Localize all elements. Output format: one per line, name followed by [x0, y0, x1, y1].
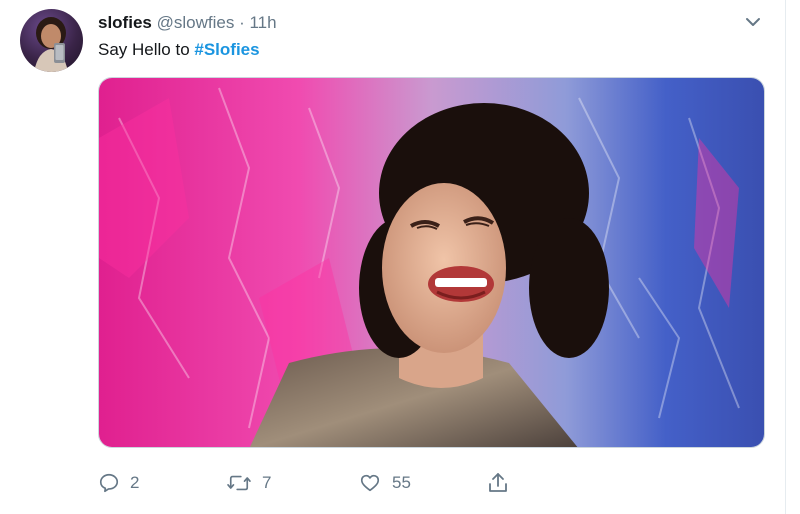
tweet-text-prefix: Say Hello to [98, 40, 195, 59]
retweet-button[interactable]: 7 [226, 466, 271, 500]
heart-icon [360, 474, 380, 492]
reply-count: 2 [130, 473, 140, 492]
hashtag-link[interactable]: #Slofies [194, 40, 259, 59]
reply-bubble-icon [99, 473, 119, 493]
like-count: 55 [392, 473, 411, 492]
reply-button[interactable]: 2 [98, 466, 139, 500]
avatar[interactable] [20, 9, 83, 72]
tweet-card[interactable]: slofies @slowfies · 11h Say Hello to #Sl… [0, 0, 786, 514]
retweet-arrows-icon [227, 475, 251, 491]
tweet-text: Say Hello to #Slofies [98, 39, 260, 61]
tweet-actions: 2 7 55 [98, 466, 518, 500]
share-upload-icon [489, 473, 507, 492]
user-handle[interactable]: @slowfies [157, 13, 235, 32]
tweet-header: slofies @slowfies · 11h [98, 12, 277, 34]
retweet-count: 7 [262, 473, 272, 492]
share-button[interactable] [486, 466, 510, 500]
timestamp[interactable]: 11h [249, 13, 276, 32]
separator-dot: · [239, 13, 245, 32]
display-name[interactable]: slofies [98, 13, 152, 32]
tweet-media-image[interactable] [98, 77, 765, 448]
like-button[interactable]: 55 [358, 466, 411, 500]
chevron-down-icon[interactable] [743, 12, 763, 32]
